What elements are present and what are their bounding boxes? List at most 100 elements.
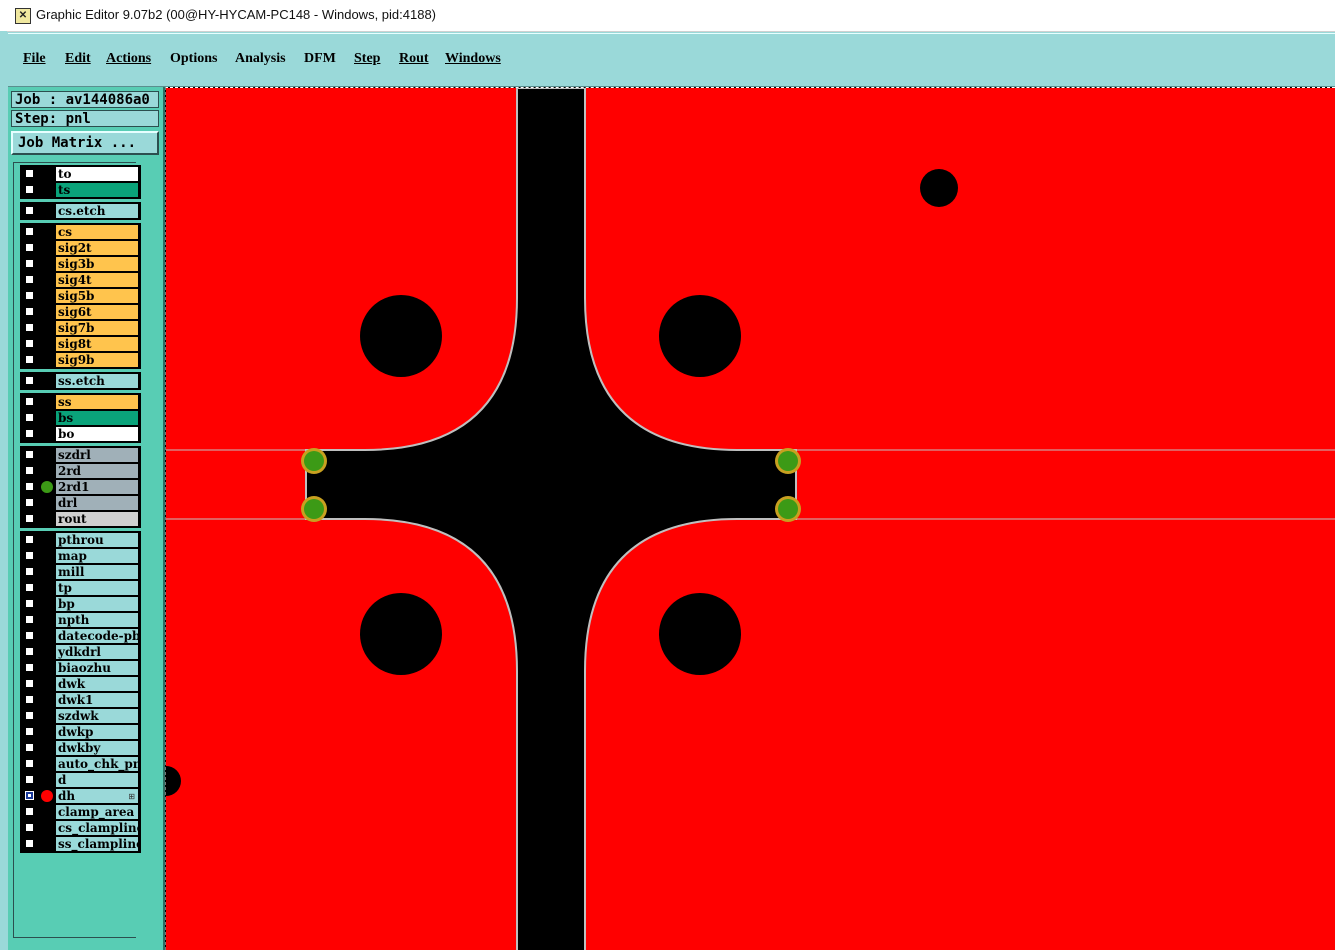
layer-checkbox[interactable]	[25, 759, 34, 768]
layer-name[interactable]: ydkdrl	[56, 645, 138, 659]
layer-row-map[interactable]: map	[21, 548, 140, 564]
layer-row-cs_clampline[interactable]: cs_clampline	[21, 820, 140, 836]
layer-checkbox[interactable]	[25, 535, 34, 544]
menu-edit[interactable]: Edit	[65, 51, 91, 67]
layer-row-cs.etch[interactable]: cs.etch	[21, 203, 140, 219]
menu-analysis[interactable]: Analysis	[235, 51, 286, 67]
layer-row-dwk[interactable]: dwk	[21, 676, 140, 692]
layer-checkbox[interactable]	[25, 206, 34, 215]
layer-checkbox[interactable]	[25, 307, 34, 316]
layer-checkbox[interactable]	[25, 599, 34, 608]
layer-name[interactable]: cs.etch	[56, 204, 138, 218]
layer-checkbox[interactable]	[25, 663, 34, 672]
layer-name[interactable]: sig4t	[56, 273, 138, 287]
layer-name[interactable]: sig9b	[56, 353, 138, 367]
layer-name[interactable]: sig3b	[56, 257, 138, 271]
layer-name[interactable]: cs_clampline	[56, 821, 138, 835]
layer-row-sig7b[interactable]: sig7b	[21, 320, 140, 336]
layer-row-tp[interactable]: tp	[21, 580, 140, 596]
layer-checkbox[interactable]	[25, 679, 34, 688]
layer-row-auto_chk_pnl[interactable]: auto_chk_pnl	[21, 756, 140, 772]
layer-row-ydkdrl[interactable]: ydkdrl	[21, 644, 140, 660]
layer-row-dwkby[interactable]: dwkby	[21, 740, 140, 756]
layer-row-sig3b[interactable]: sig3b	[21, 256, 140, 272]
layer-checkbox[interactable]	[25, 839, 34, 848]
menu-dfm[interactable]: DFM	[304, 51, 336, 67]
menu-windows[interactable]: Windows	[445, 51, 501, 67]
layer-checkbox[interactable]	[25, 647, 34, 656]
layer-row-2rd[interactable]: 2rd	[21, 463, 140, 479]
layer-name[interactable]: rout	[56, 512, 138, 526]
layer-checkbox[interactable]	[25, 376, 34, 385]
menu-options[interactable]: Options	[170, 51, 217, 67]
layer-name[interactable]: sig6t	[56, 305, 138, 319]
layer-name[interactable]: drl	[56, 496, 138, 510]
layer-row-sig5b[interactable]: sig5b	[21, 288, 140, 304]
layer-row-rout[interactable]: rout	[21, 511, 140, 527]
layer-checkbox[interactable]	[25, 791, 34, 800]
layer-checkbox[interactable]	[25, 727, 34, 736]
layer-name[interactable]: dwk	[56, 677, 138, 691]
layer-row-d[interactable]: d	[21, 772, 140, 788]
layer-name[interactable]: sig2t	[56, 241, 138, 255]
layer-row-drl[interactable]: drl	[21, 495, 140, 511]
job-matrix-button[interactable]: Job Matrix ...	[11, 131, 159, 155]
layer-row-cs[interactable]: cs	[21, 224, 140, 240]
layer-name[interactable]: dwkp	[56, 725, 138, 739]
layer-row-sig6t[interactable]: sig6t	[21, 304, 140, 320]
layer-name[interactable]: ss_clampline	[56, 837, 138, 851]
layer-row-npth[interactable]: npth	[21, 612, 140, 628]
layer-name[interactable]: biaozhu	[56, 661, 138, 675]
layer-row-sig9b[interactable]: sig9b	[21, 352, 140, 368]
layer-checkbox[interactable]	[25, 323, 34, 332]
layer-name[interactable]: to	[56, 167, 138, 181]
layer-row-sig2t[interactable]: sig2t	[21, 240, 140, 256]
layer-checkbox[interactable]	[25, 498, 34, 507]
layer-checkbox[interactable]	[25, 227, 34, 236]
layer-name[interactable]: dh ⊞	[56, 789, 138, 803]
layer-display-indicator[interactable]	[41, 790, 53, 802]
layer-checkbox[interactable]	[25, 551, 34, 560]
layer-name[interactable]: 2rd	[56, 464, 138, 478]
layer-checkbox[interactable]	[25, 355, 34, 364]
layer-checkbox[interactable]	[25, 259, 34, 268]
layer-name[interactable]: szdwk	[56, 709, 138, 723]
layer-row-bo[interactable]: bo	[21, 426, 140, 442]
layer-checkbox[interactable]	[25, 413, 34, 422]
graphic-canvas[interactable]	[165, 87, 1335, 950]
layer-checkbox[interactable]	[25, 291, 34, 300]
layer-checkbox[interactable]	[25, 429, 34, 438]
menu-rout[interactable]: Rout	[399, 51, 429, 67]
layer-checkbox[interactable]	[25, 397, 34, 406]
layer-row-sig8t[interactable]: sig8t	[21, 336, 140, 352]
layer-row-2rd1[interactable]: 2rd1	[21, 479, 140, 495]
layer-row-dwk1[interactable]: dwk1	[21, 692, 140, 708]
layer-name[interactable]: szdrl	[56, 448, 138, 462]
pcb-view[interactable]	[166, 88, 1335, 950]
layer-checkbox[interactable]	[25, 823, 34, 832]
layer-name[interactable]: bo	[56, 427, 138, 441]
layer-checkbox[interactable]	[25, 743, 34, 752]
menu-file[interactable]: File	[23, 51, 46, 67]
layer-name[interactable]: dwkby	[56, 741, 138, 755]
layer-checkbox[interactable]	[25, 466, 34, 475]
layer-checkbox[interactable]	[25, 631, 34, 640]
layer-row-szdwk[interactable]: szdwk	[21, 708, 140, 724]
layer-row-sig4t[interactable]: sig4t	[21, 272, 140, 288]
layer-checkbox[interactable]	[25, 583, 34, 592]
layer-name[interactable]: pthrou	[56, 533, 138, 547]
layer-name[interactable]: cs	[56, 225, 138, 239]
layer-checkbox[interactable]	[25, 567, 34, 576]
layer-name[interactable]: sig7b	[56, 321, 138, 335]
layer-checkbox[interactable]	[25, 243, 34, 252]
menu-actions[interactable]: Actions	[106, 51, 151, 67]
layer-row-ss.etch[interactable]: ss.etch	[21, 373, 140, 389]
layer-checkbox[interactable]	[25, 775, 34, 784]
layer-row-bs[interactable]: bs	[21, 410, 140, 426]
layer-name[interactable]: dwk1	[56, 693, 138, 707]
layer-row-szdrl[interactable]: szdrl	[21, 447, 140, 463]
layer-row-ts[interactable]: ts	[21, 182, 140, 198]
layer-name[interactable]: bp	[56, 597, 138, 611]
layer-name[interactable]: ss	[56, 395, 138, 409]
layer-checkbox[interactable]	[25, 450, 34, 459]
